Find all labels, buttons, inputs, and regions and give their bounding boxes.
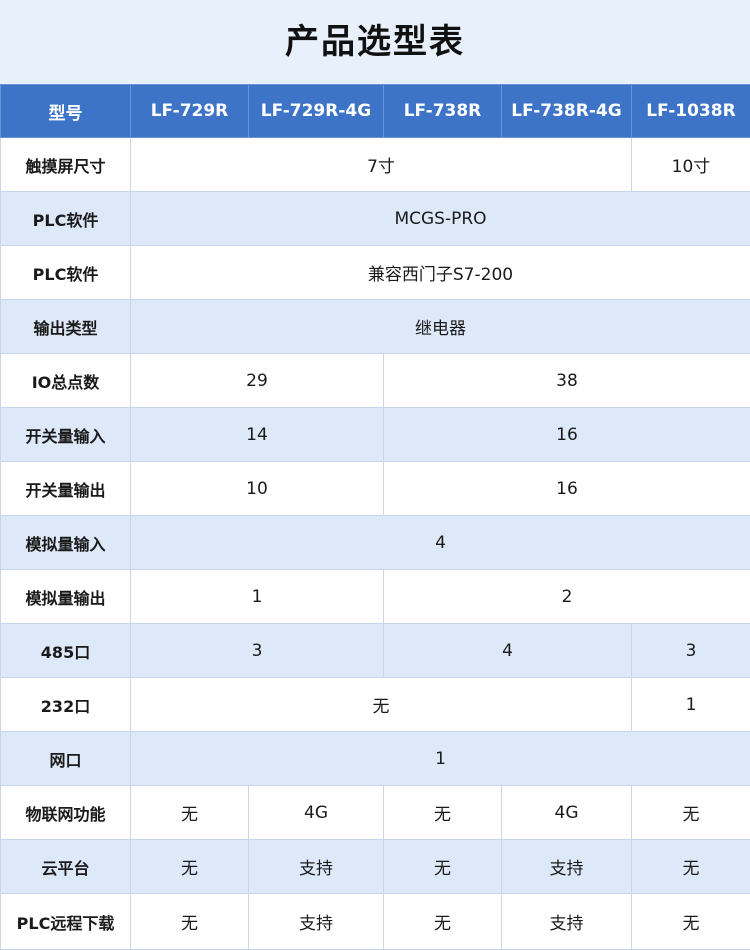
page-title: 产品选型表 xyxy=(0,0,750,84)
header-model-lf729r: LF-729R xyxy=(131,85,249,138)
table-row: PLC远程下载 无 支持 无 支持 无 xyxy=(1,894,750,950)
table-cell: 38 xyxy=(384,354,750,408)
table-row: 模拟量输出 1 2 xyxy=(1,570,750,624)
table-row: 模拟量输入 4 xyxy=(1,516,750,570)
row-label: 模拟量输入 xyxy=(1,516,131,570)
row-label: PLC软件 xyxy=(1,192,131,246)
header-model-lf1038r: LF-1038R xyxy=(632,85,750,138)
table-cell: 10 xyxy=(131,462,384,516)
table-row: 开关量输入 14 16 xyxy=(1,408,750,462)
table-row: 云平台 无 支持 无 支持 无 xyxy=(1,840,750,894)
table-cell: 支持 xyxy=(249,894,384,950)
row-label: 云平台 xyxy=(1,840,131,894)
table-row: PLC软件 MCGS-PRO xyxy=(1,192,750,246)
table-cell: 29 xyxy=(131,354,384,408)
row-label: 网口 xyxy=(1,732,131,786)
table-cell: 无 xyxy=(632,840,750,894)
table-row: PLC软件 兼容西门子S7-200 xyxy=(1,246,750,300)
table-row: 物联网功能 无 4G 无 4G 无 xyxy=(1,786,750,840)
table-cell: 1 xyxy=(131,570,384,624)
row-label: 232口 xyxy=(1,678,131,732)
header-row: 型号 LF-729R LF-729R-4G LF-738R LF-738R-4G… xyxy=(1,85,750,138)
table-cell: 1 xyxy=(632,678,750,732)
table-cell: MCGS-PRO xyxy=(131,192,750,246)
table-cell: 无 xyxy=(384,786,502,840)
table-cell: 2 xyxy=(384,570,750,624)
table-row: 网口 1 xyxy=(1,732,750,786)
table-cell: 10寸 xyxy=(632,138,750,192)
table-cell: 兼容西门子S7-200 xyxy=(131,246,750,300)
table-cell: 4G xyxy=(249,786,384,840)
row-label: IO总点数 xyxy=(1,354,131,408)
header-model-label: 型号 xyxy=(1,85,131,138)
table-cell: 无 xyxy=(131,786,249,840)
table-cell: 无 xyxy=(131,894,249,950)
table-cell: 4 xyxy=(131,516,750,570)
table-cell: 支持 xyxy=(502,840,632,894)
table-cell: 1 xyxy=(131,732,750,786)
table-cell: 无 xyxy=(131,840,249,894)
header-model-lf738r: LF-738R xyxy=(384,85,502,138)
table-cell: 无 xyxy=(131,678,632,732)
table-cell: 16 xyxy=(384,462,750,516)
row-label: 485口 xyxy=(1,624,131,678)
table-cell: 3 xyxy=(131,624,384,678)
product-selection-table: 型号 LF-729R LF-729R-4G LF-738R LF-738R-4G… xyxy=(0,84,750,950)
row-label: 输出类型 xyxy=(1,300,131,354)
table-row: 485口 3 4 3 xyxy=(1,624,750,678)
row-label: 开关量输出 xyxy=(1,462,131,516)
header-model-lf729r-4g: LF-729R-4G xyxy=(249,85,384,138)
table-cell: 7寸 xyxy=(131,138,632,192)
row-label: 物联网功能 xyxy=(1,786,131,840)
row-label: PLC远程下载 xyxy=(1,894,131,950)
row-label: PLC软件 xyxy=(1,246,131,300)
table-cell: 无 xyxy=(384,894,502,950)
table-row: IO总点数 29 38 xyxy=(1,354,750,408)
table-cell: 无 xyxy=(632,786,750,840)
table-cell: 继电器 xyxy=(131,300,750,354)
table-row: 输出类型 继电器 xyxy=(1,300,750,354)
row-label: 模拟量输出 xyxy=(1,570,131,624)
table-cell: 支持 xyxy=(249,840,384,894)
table-cell: 无 xyxy=(384,840,502,894)
table-row: 232口 无 1 xyxy=(1,678,750,732)
table-row: 开关量输出 10 16 xyxy=(1,462,750,516)
table-cell: 支持 xyxy=(502,894,632,950)
header-model-lf738r-4g: LF-738R-4G xyxy=(502,85,632,138)
table-cell: 3 xyxy=(632,624,750,678)
table-cell: 4 xyxy=(384,624,632,678)
table-cell: 16 xyxy=(384,408,750,462)
table-cell: 4G xyxy=(502,786,632,840)
row-label: 触摸屏尺寸 xyxy=(1,138,131,192)
table-row: 触摸屏尺寸 7寸 10寸 xyxy=(1,138,750,192)
table-cell: 14 xyxy=(131,408,384,462)
row-label: 开关量输入 xyxy=(1,408,131,462)
table-cell: 无 xyxy=(632,894,750,950)
